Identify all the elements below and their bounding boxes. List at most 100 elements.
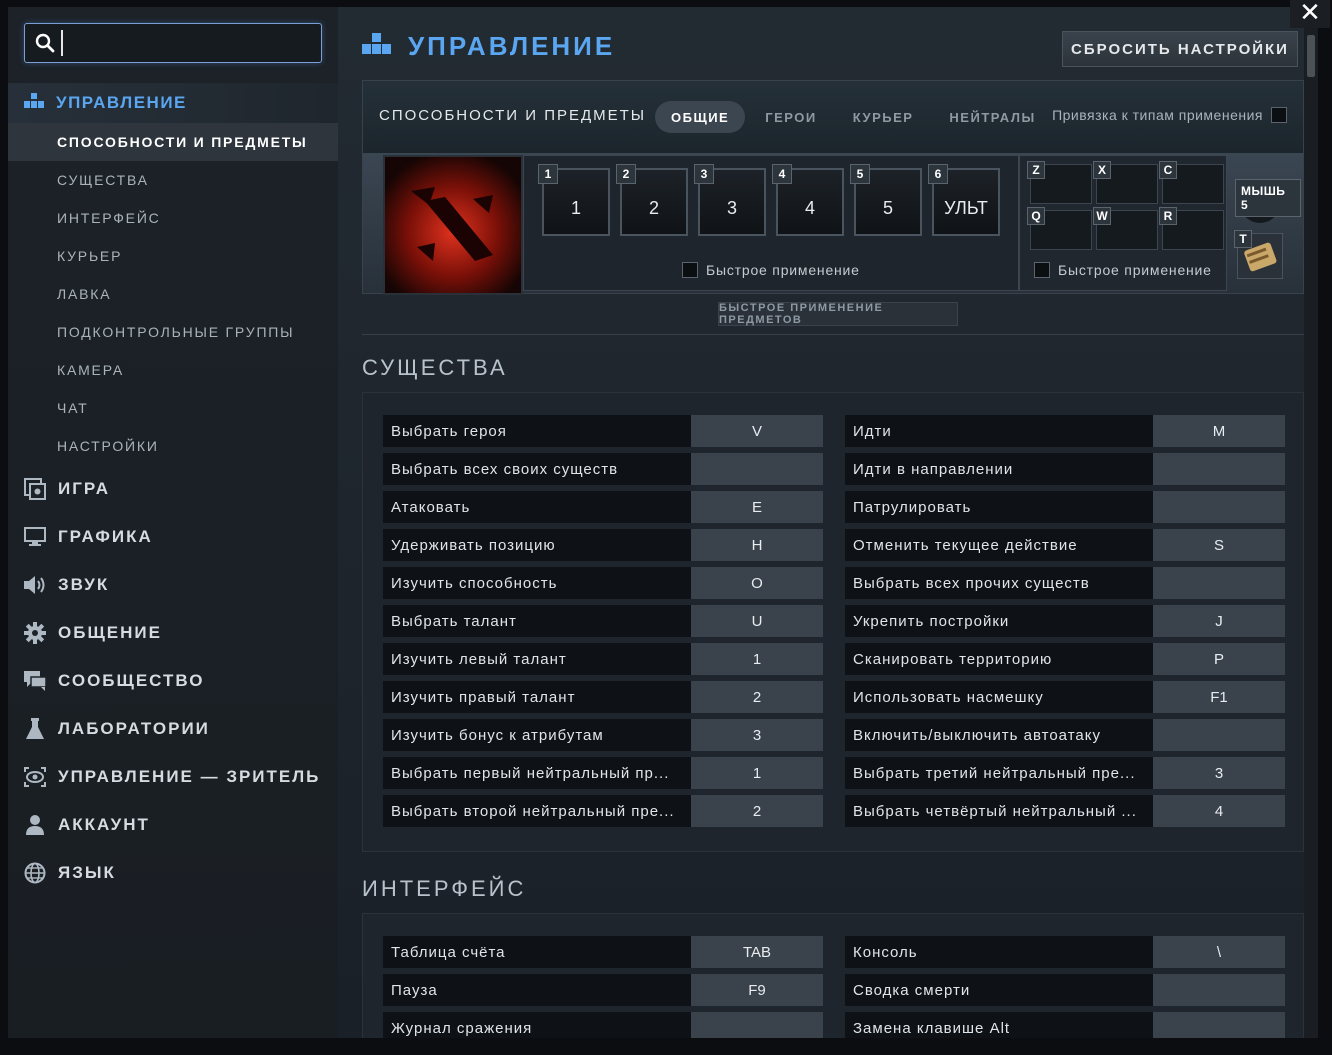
sidebar-item-game[interactable]: ИГРА: [8, 465, 338, 513]
tp-key-label: T: [1234, 230, 1252, 248]
binding-key[interactable]: [1153, 1012, 1285, 1038]
binding-row: Отменить текущее действие S: [845, 529, 1285, 561]
binding-key[interactable]: 2: [691, 795, 823, 827]
bind-type-toggle[interactable]: Привязка к типам применения: [1052, 107, 1287, 123]
sidebar-subitem[interactable]: ЧАТ: [8, 389, 338, 427]
item-slot[interactable]: Q: [1027, 207, 1092, 250]
sidebar-item-speaker[interactable]: ЗВУК: [8, 561, 338, 609]
binding-key[interactable]: E: [691, 491, 823, 523]
abilities-quickcast-toggle[interactable]: Быстрое применение: [682, 262, 860, 278]
items-quickcast-toggle[interactable]: Быстрое применение: [1034, 262, 1212, 278]
binding-key[interactable]: H: [691, 529, 823, 561]
sidebar-item-flask[interactable]: ЛАБОРАТОРИИ: [8, 705, 338, 753]
item-slot[interactable]: R: [1159, 207, 1224, 250]
binding-key[interactable]: [691, 1012, 823, 1038]
binding-key[interactable]: 3: [691, 719, 823, 751]
binding-key[interactable]: S: [1153, 529, 1285, 561]
sidebar-item-camera[interactable]: УПРАВЛЕНИЕ — ЗРИТЕЛЬ: [8, 753, 338, 801]
tab-3[interactable]: КУРЬЕР: [837, 101, 930, 133]
scrollbar-thumb[interactable]: [1307, 35, 1315, 77]
binding-row: Замена клавише Alt: [845, 1012, 1285, 1038]
binding-key[interactable]: [1153, 453, 1285, 485]
sidebar-subitem[interactable]: НАСТРОЙКИ: [8, 427, 338, 465]
binding-row: Выбрать первый нейтральный пр... 1: [383, 757, 823, 789]
binding-key[interactable]: U: [691, 605, 823, 637]
tp-scroll-slot[interactable]: T: [1234, 230, 1283, 279]
binding-name: Выбрать талант: [383, 605, 691, 637]
binding-key[interactable]: TAB: [691, 936, 823, 968]
binding-key[interactable]: J: [1153, 605, 1285, 637]
binding-key[interactable]: 3: [1153, 757, 1285, 789]
binding-row: Использовать насмешку F1: [845, 681, 1285, 713]
item-slot[interactable]: X: [1093, 161, 1158, 204]
binding-row: Выбрать третий нейтральный пре... 3: [845, 757, 1285, 789]
binding-key[interactable]: M: [1153, 415, 1285, 447]
close-button[interactable]: ✕: [1290, 0, 1330, 28]
sidebar-item-label: ЯЗЫК: [58, 863, 116, 882]
binding-row: Сводка смерти: [845, 974, 1285, 1006]
binding-key[interactable]: O: [691, 567, 823, 599]
binding-key[interactable]: 2: [691, 681, 823, 713]
abilities-quickcast-checkbox[interactable]: [682, 262, 698, 278]
binding-key[interactable]: [691, 453, 823, 485]
bind-type-checkbox[interactable]: [1271, 107, 1287, 123]
quick-items-button[interactable]: БЫСТРОЕ ПРИМЕНЕНИЕ ПРЕДМЕТОВ: [718, 302, 958, 326]
ability-slot[interactable]: 11: [538, 164, 610, 236]
tab-4[interactable]: НЕЙТРАЛЫ: [933, 101, 1051, 133]
item-slot-key: W: [1093, 207, 1111, 225]
sidebar-subitem[interactable]: СПОСОБНОСТИ И ПРЕДМЕТЫ: [8, 123, 338, 161]
binding-key[interactable]: [1153, 974, 1285, 1006]
binding-key[interactable]: 1: [691, 757, 823, 789]
binding-key[interactable]: P: [1153, 643, 1285, 675]
items-quickcast-checkbox[interactable]: [1034, 262, 1050, 278]
binding-key[interactable]: F1: [1153, 681, 1285, 713]
tab-1[interactable]: ОБЩИЕ: [655, 101, 746, 133]
item-slot[interactable]: C: [1159, 161, 1224, 204]
sidebar: УПРАВЛЕНИЕ СПОСОБНОСТИ И ПРЕДМЕТЫ СУЩЕСТВ…: [8, 7, 338, 1038]
binding-name: Укрепить постройки: [845, 605, 1153, 637]
search-icon: [35, 33, 55, 58]
sidebar-item-gear[interactable]: ОБЩЕНИЕ: [8, 609, 338, 657]
binding-key[interactable]: 1: [691, 643, 823, 675]
sidebar-item-label: СООБЩЕСТВО: [58, 671, 205, 690]
binding-key[interactable]: [1153, 491, 1285, 523]
sidebar-subitem[interactable]: СУЩЕСТВА: [8, 161, 338, 199]
reset-settings-button[interactable]: СБРОСИТЬ НАСТРОЙКИ: [1062, 31, 1298, 67]
ability-slot[interactable]: 6 УЛЬТ: [928, 164, 1000, 236]
ability-slot-number: 2: [616, 164, 636, 184]
search-box[interactable]: [24, 23, 322, 63]
sidebar-subitem[interactable]: ИНТЕРФЕЙС: [8, 199, 338, 237]
sidebar-item-globe[interactable]: ЯЗЫК: [8, 849, 338, 897]
binding-key[interactable]: V: [691, 415, 823, 447]
binding-key[interactable]: [1153, 719, 1285, 751]
binding-key[interactable]: [1153, 567, 1285, 599]
sidebar-item-user[interactable]: АККАУНТ: [8, 801, 338, 849]
binding-row: Атаковать E: [383, 491, 823, 523]
item-slot[interactable]: Z: [1027, 161, 1092, 204]
tab-2[interactable]: ГЕРОИ: [749, 101, 833, 133]
sidebar-subitem[interactable]: ЛАВКА: [8, 275, 338, 313]
ability-slot[interactable]: 44: [772, 164, 844, 236]
sidebar-item-chat[interactable]: СООБЩЕСТВО: [8, 657, 338, 705]
binding-key[interactable]: \: [1153, 936, 1285, 968]
ability-slot[interactable]: 22: [616, 164, 688, 236]
binding-name: Патрулировать: [845, 491, 1153, 523]
ability-slot[interactable]: 55: [850, 164, 922, 236]
scrollbar[interactable]: [1304, 7, 1318, 1038]
item-slot-key: Q: [1027, 207, 1045, 225]
sidebar-subitem[interactable]: КУРЬЕР: [8, 237, 338, 275]
binding-row: Изучить способность O: [383, 567, 823, 599]
sidebar-item-monitor[interactable]: ГРАФИКА: [8, 513, 338, 561]
divider: [362, 334, 1304, 335]
binding-name: Идти: [845, 415, 1153, 447]
binding-key[interactable]: F9: [691, 974, 823, 1006]
binding-key[interactable]: 4: [1153, 795, 1285, 827]
game-icon: [23, 477, 47, 501]
sidebar-subitem[interactable]: КАМЕРА: [8, 351, 338, 389]
sidebar-item-controls[interactable]: УПРАВЛЕНИЕ: [8, 83, 338, 123]
sidebar-subitem[interactable]: ПОДКОНТРОЛЬНЫЕ ГРУППЫ: [8, 313, 338, 351]
search-input[interactable]: [61, 30, 311, 56]
user-icon: [23, 813, 47, 837]
item-slot[interactable]: W: [1093, 207, 1158, 250]
ability-slot[interactable]: 33: [694, 164, 766, 236]
